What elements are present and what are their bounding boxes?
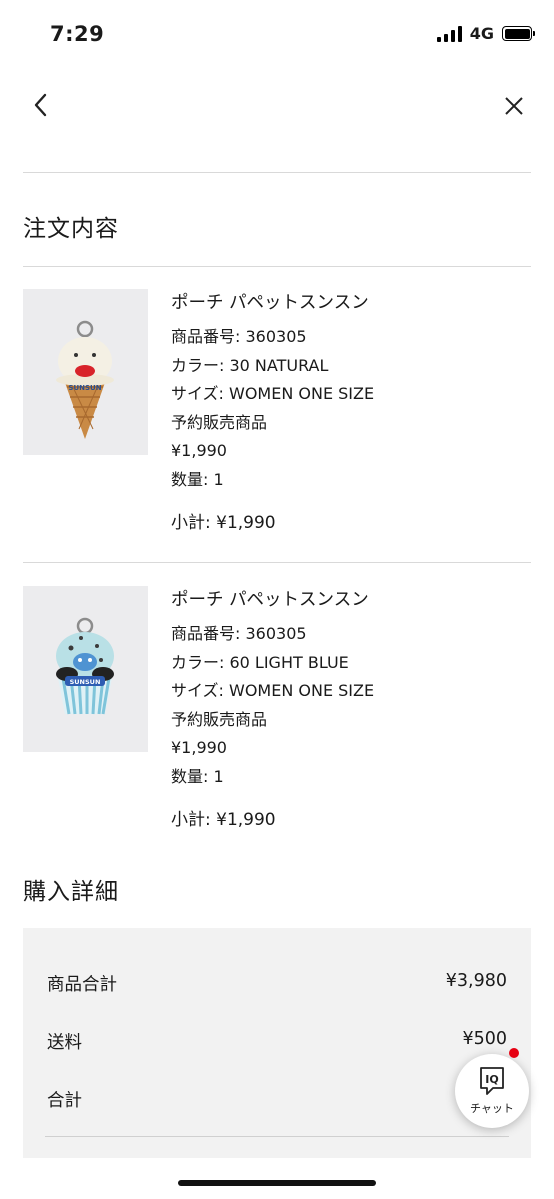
nav-bar (0, 70, 554, 142)
order-divider (23, 266, 531, 267)
item-color: カラー: 60 LIGHT BLUE (171, 652, 349, 672)
summary-label: 合計 (47, 1091, 82, 1111)
summary-row-total: 合計 ¥4 (47, 1087, 507, 1112)
item-divider (23, 562, 531, 563)
order-item: SUNSUN ポーチ パペットスンスン 商品番号: 360305 カラー: 30… (23, 289, 531, 549)
battery-icon (502, 26, 535, 41)
signal-icon (436, 25, 462, 42)
item-details: ポーチ パペットスンスン 商品番号: 360305 カラー: 60 LIGHT … (171, 586, 531, 832)
status-bar: 7:29 4G (0, 0, 554, 70)
order-section-title: 注文内容 (23, 216, 119, 242)
item-subtotal: 小計: ¥1,990 (171, 809, 276, 830)
summary-divider (45, 1136, 509, 1137)
item-size: サイズ: WOMEN ONE SIZE (171, 384, 375, 404)
home-indicator (178, 1180, 376, 1186)
network-type: 4G (469, 24, 494, 43)
chevron-left-icon (34, 93, 47, 117)
item-size: サイズ: WOMEN ONE SIZE (171, 681, 375, 701)
item-price: ¥1,990 (171, 738, 227, 758)
status-time: 7:29 (50, 22, 105, 46)
chat-label: チャット (470, 1102, 514, 1115)
close-button[interactable] (500, 92, 528, 120)
summary-label: 商品合計 (47, 975, 117, 995)
item-product-number: 商品番号: 360305 (171, 327, 307, 346)
item-product-number: 商品番号: 360305 (171, 624, 307, 643)
item-name[interactable]: ポーチ パペットスンスン (171, 291, 531, 315)
purchase-section-title: 購入詳細 (23, 879, 119, 905)
back-button[interactable] (26, 90, 56, 120)
product-image[interactable]: SUNSUN (23, 586, 148, 752)
item-name[interactable]: ポーチ パペットスンスン (171, 588, 531, 612)
summary-row-shipping: 送料 ¥500 (47, 1029, 507, 1054)
svg-text:SUNSUN: SUNSUN (70, 678, 101, 686)
chat-iq-icon: IQ (480, 1067, 504, 1095)
notification-dot (509, 1048, 519, 1058)
close-icon (505, 97, 523, 115)
order-item: SUNSUN ポーチ パペットスンスン 商品番号: 360305 カラー: 60… (23, 586, 531, 846)
product-image[interactable]: SUNSUN (23, 289, 148, 455)
summary-row-items-total: 商品合計 ¥3,980 (47, 971, 507, 996)
status-indicators: 4G (436, 24, 535, 43)
item-quantity: 数量: 1 (171, 766, 224, 786)
svg-text:IQ: IQ (485, 1073, 498, 1086)
item-quantity: 数量: 1 (171, 469, 224, 489)
summary-label: 送料 (47, 1033, 82, 1053)
summary-value: ¥3,980 (445, 971, 507, 991)
item-color: カラー: 30 NATURAL (171, 355, 329, 375)
item-preorder-note: 予約販売商品 (171, 412, 268, 432)
summary-value: ¥500 (462, 1029, 507, 1049)
item-price: ¥1,990 (171, 441, 227, 461)
chat-button[interactable]: IQ チャット (455, 1048, 529, 1128)
purchase-summary: 商品合計 ¥3,980 送料 ¥500 合計 ¥4 (23, 928, 531, 1158)
item-subtotal: 小計: ¥1,990 (171, 512, 276, 533)
item-details: ポーチ パペットスンスン 商品番号: 360305 カラー: 30 NATURA… (171, 289, 531, 535)
svg-text:SUNSUN: SUNSUN (68, 384, 101, 392)
item-preorder-note: 予約販売商品 (171, 709, 268, 729)
header-divider (23, 172, 531, 173)
